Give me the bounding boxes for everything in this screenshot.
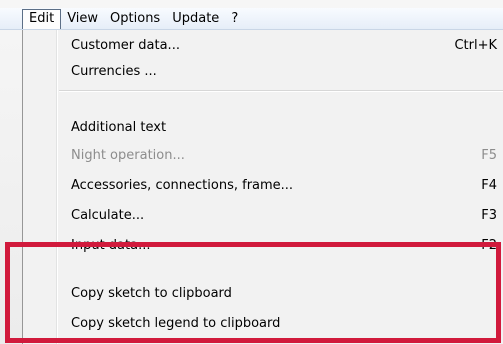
menu-item-shortcut: Ctrl+K: [454, 37, 497, 53]
menu-item-copy-sketch-legend[interactable]: Copy sketch legend to clipboard: [23, 310, 503, 336]
menu-item-label: Copy sketch legend to clipboard: [71, 315, 281, 331]
menu-item-label: Input data...: [71, 237, 151, 253]
application-window: Edit View Options Update ? Customer data…: [0, 0, 503, 344]
menu-item-shortcut: F5: [481, 147, 497, 163]
menu-item-label: Accessories, connections, frame...: [71, 177, 294, 193]
menu-item-customer-data[interactable]: Customer data... Ctrl+K: [23, 32, 503, 58]
menu-item-label: Currencies ...: [71, 63, 157, 79]
menu-edit[interactable]: Edit: [22, 8, 62, 29]
menu-item-label: Additional text: [71, 119, 167, 135]
menu-update[interactable]: Update: [166, 9, 225, 29]
menu-item-label: Night operation...: [71, 147, 185, 163]
menu-item-shortcut: F2: [481, 237, 497, 253]
edit-menu-dropdown: Customer data... Ctrl+K Currencies ... A…: [22, 30, 503, 344]
menu-item-label: Copy sketch to clipboard: [71, 285, 232, 301]
menu-separator: [59, 90, 503, 92]
menu-item-shortcut: F4: [481, 177, 497, 193]
menu-item-input-data[interactable]: Input data... F2: [23, 232, 503, 258]
menu-view[interactable]: View: [61, 9, 104, 29]
menu-help[interactable]: ?: [225, 9, 244, 29]
menu-item-copy-sketch[interactable]: Copy sketch to clipboard: [23, 280, 503, 306]
menu-item-currencies[interactable]: Currencies ...: [23, 58, 503, 84]
menu-bar: Edit View Options Update ?: [0, 8, 503, 30]
menu-item-night-operation: Night operation... F5: [23, 142, 503, 168]
menu-item-accessories[interactable]: Accessories, connections, frame... F4: [23, 172, 503, 198]
menu-item-shortcut: F3: [481, 207, 497, 223]
menu-options[interactable]: Options: [104, 9, 166, 29]
menu-item-label: Customer data...: [71, 37, 180, 53]
menu-item-label: Calculate...: [71, 207, 145, 223]
menu-item-additional-text[interactable]: Additional text: [23, 114, 503, 140]
menu-item-calculate[interactable]: Calculate... F3: [23, 202, 503, 228]
